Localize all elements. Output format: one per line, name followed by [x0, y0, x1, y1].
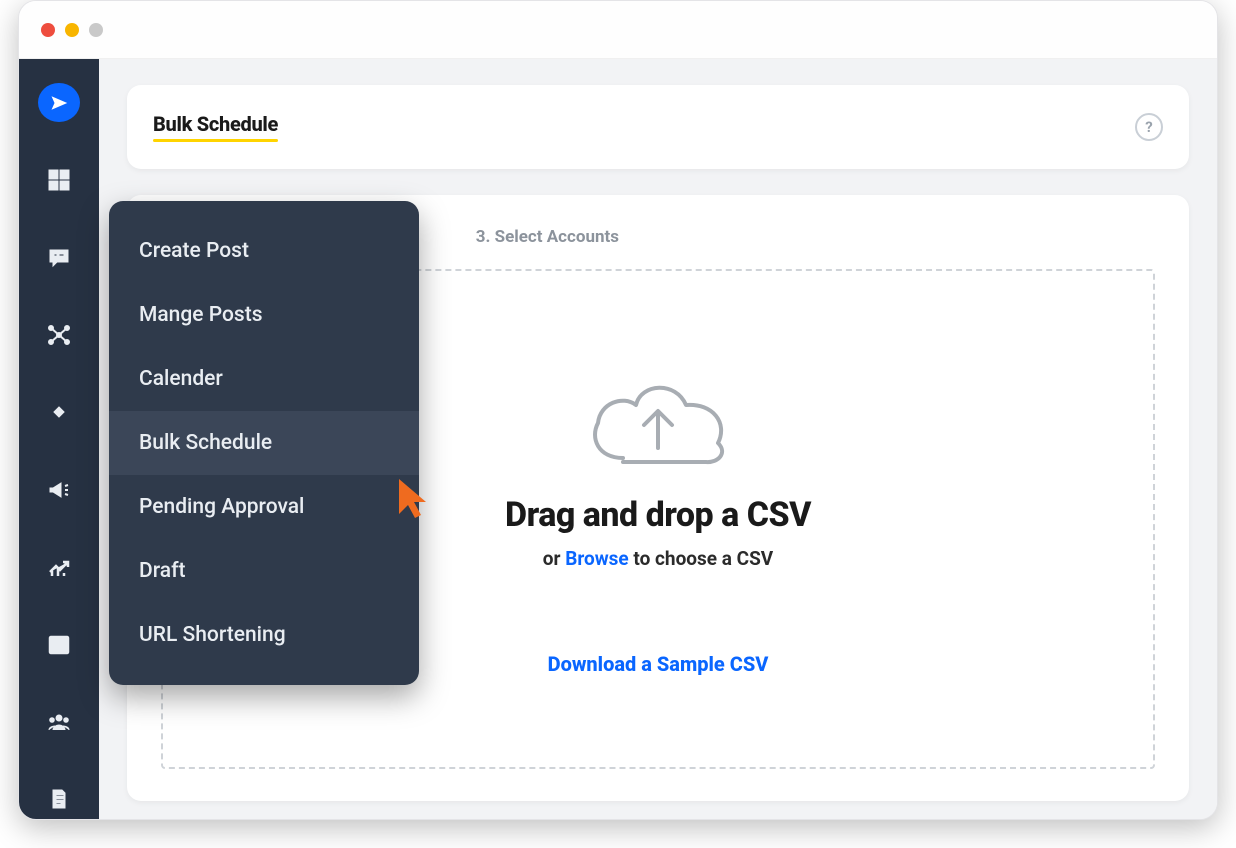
titlebar: [19, 1, 1217, 59]
posts-icon[interactable]: [38, 238, 80, 277]
cursor-pointer-icon: [394, 476, 434, 520]
submenu-item-pending-approval[interactable]: Pending Approval: [109, 475, 419, 539]
target-icon[interactable]: [38, 393, 80, 432]
download-sample-link[interactable]: Download a Sample CSV: [548, 652, 769, 676]
analytics-icon[interactable]: [38, 547, 80, 586]
step-3[interactable]: 3. Select Accounts: [476, 227, 619, 247]
submenu-item-create-post[interactable]: Create Post: [109, 219, 419, 283]
team-icon[interactable]: [38, 702, 80, 741]
sidebar: [19, 59, 99, 819]
window-minimize-dot[interactable]: [65, 23, 79, 37]
network-icon[interactable]: [38, 315, 80, 354]
download-icon[interactable]: [38, 625, 80, 664]
page-title: Bulk Schedule: [153, 112, 278, 142]
document-icon[interactable]: [38, 780, 80, 819]
cloud-upload-icon: [578, 363, 738, 483]
posts-submenu: Create PostMange PostsCalenderBulk Sched…: [109, 201, 419, 685]
megaphone-icon[interactable]: [38, 470, 80, 509]
submenu-item-bulk-schedule[interactable]: Bulk Schedule: [109, 411, 419, 475]
submenu-item-url-shortening[interactable]: URL Shortening: [109, 603, 419, 667]
sub-suffix: to choose a CSV: [629, 547, 774, 570]
logo-icon[interactable]: [38, 83, 80, 122]
header-card: Bulk Schedule ?: [127, 85, 1189, 169]
help-icon[interactable]: ?: [1135, 113, 1163, 141]
submenu-item-mange-posts[interactable]: Mange Posts: [109, 283, 419, 347]
dashboard-icon[interactable]: [38, 160, 80, 199]
app-window: Bulk Schedule ? 1. Upload File 2. Map Fi…: [18, 0, 1218, 820]
dropzone-subtext: or Browse to choose a CSV: [543, 547, 773, 570]
window-close-dot[interactable]: [41, 23, 55, 37]
browse-link[interactable]: Browse: [565, 547, 629, 570]
dropzone-heading: Drag and drop a CSV: [505, 495, 811, 535]
sub-prefix: or: [543, 547, 565, 570]
window-zoom-dot[interactable]: [89, 23, 103, 37]
submenu-item-draft[interactable]: Draft: [109, 539, 419, 603]
submenu-item-calender[interactable]: Calender: [109, 347, 419, 411]
